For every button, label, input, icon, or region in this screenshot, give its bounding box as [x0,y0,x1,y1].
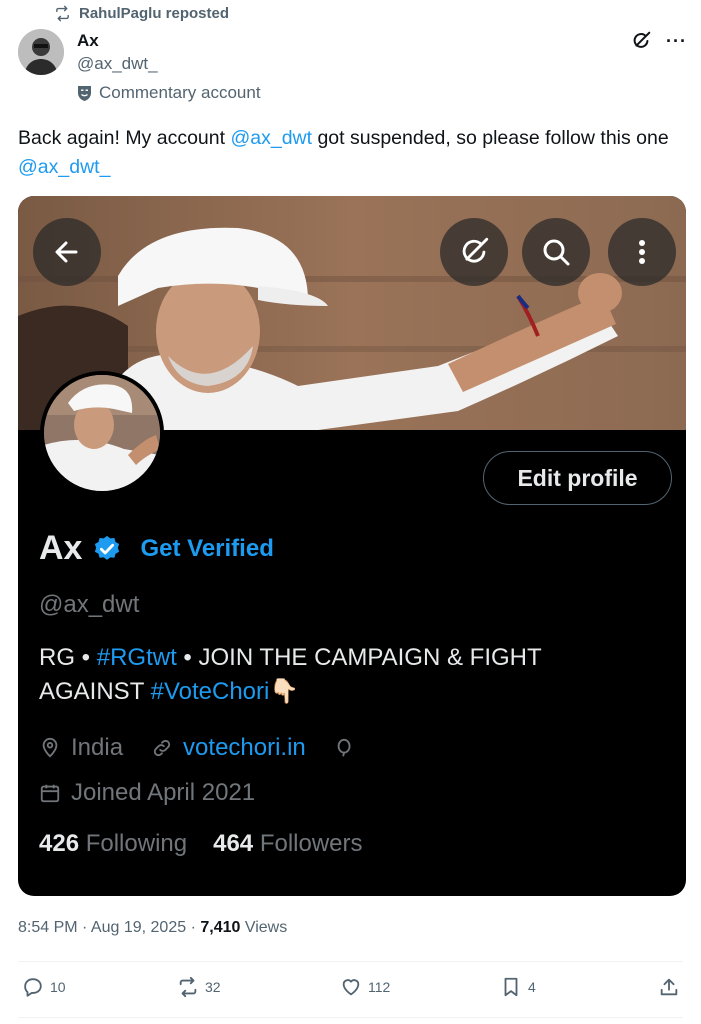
divider [18,1017,683,1018]
divider [18,961,683,962]
joined-row: Joined April 2021 [39,779,255,807]
profile-bio: RG • #RGtwt • JOIN THE CAMPAIGN & FIGHT … [39,641,639,709]
like-button[interactable]: 112 [340,976,390,998]
tweet-top-actions: ··· [630,30,687,52]
bookmark-button[interactable]: 4 [500,976,536,998]
repost-icon [179,976,197,998]
followers-count: 464 [213,830,254,857]
back-button[interactable] [33,218,101,286]
commentary-text: Commentary account [99,83,261,102]
bookmark-icon [504,977,518,997]
following-count: 426 [39,830,80,857]
reply-button[interactable]: 10 [22,976,66,998]
following-stat[interactable]: 426 Following [39,830,187,858]
profile-name: Ax [39,529,83,567]
tweet-text: Back again! My account @ax_dwt got suspe… [18,124,683,182]
attached-image[interactable]: Edit profile Ax Get Verified @ax_dwt RG … [18,196,686,896]
profile-joined: Joined April 2021 [71,779,256,806]
more-options-icon[interactable]: ··· [666,32,687,50]
profile-name-row: Ax Get Verified [39,529,274,568]
author-name[interactable]: Ax [77,31,99,51]
following-label: Following [85,830,188,857]
search-icon [543,239,570,266]
mention-link[interactable]: @ax_dwt [230,127,312,149]
reply-count: 10 [50,979,66,995]
commentary-label: Commentary account [77,83,261,103]
search-button[interactable] [522,218,590,286]
grok-button[interactable] [440,218,508,286]
repost-icon [56,5,69,22]
follow-stats: 426 Following 464 Followers [39,830,363,858]
grok-icon[interactable] [630,30,652,52]
author-avatar[interactable] [18,29,64,75]
author-handle[interactable]: @ax_dwt_ [77,54,158,74]
profile-location: India [71,734,124,761]
heart-icon [342,979,360,996]
bookmark-count: 4 [528,979,536,995]
pointing-down-emoji: 👇🏻 [269,678,300,705]
share-button[interactable] [658,976,680,998]
verified-badge-icon [95,535,120,560]
repost-indicator[interactable]: RahulPaglu reposted [54,5,229,22]
share-icon [660,978,678,996]
mention-link[interactable]: @ax_dwt_ [18,156,110,178]
profile-avatar[interactable] [40,371,164,495]
more-button[interactable] [608,218,676,286]
calendar-icon [40,784,60,803]
hashtag-link[interactable]: #RGtwt [97,644,177,671]
arrow-left-icon [55,241,78,263]
repost-count: 32 [205,979,221,995]
tweet-timestamp: 8:54 PM · Aug 19, 2025 · 7,410 Views [18,919,287,937]
repost-button[interactable]: 32 [177,976,221,998]
profile-handle: @ax_dwt [39,591,140,618]
views-count: 7,410 [200,919,241,936]
balloon-icon [337,738,351,757]
vertical-dots-icon [639,240,645,264]
profile-meta-row: India votechori.in [39,734,356,762]
tweet-action-bar: 10 32 112 4 [22,976,684,1006]
get-verified-link[interactable]: Get Verified [140,535,273,563]
timestamp-text[interactable]: 8:54 PM · Aug 19, 2025 · [18,919,200,936]
followers-label: Followers [259,830,363,857]
views-label: Views [244,919,288,936]
grok-icon [462,237,489,263]
reply-icon [24,978,42,997]
followers-stat[interactable]: 464 Followers [213,830,362,858]
tweet-text-part: Back again! My account [18,127,231,149]
theater-mask-icon [78,85,91,101]
edit-profile-button[interactable]: Edit profile [483,451,672,505]
hashtag-link[interactable]: #VoteChori [151,678,270,705]
link-icon [153,739,171,757]
profile-website[interactable]: votechori.in [183,734,306,762]
bio-text: RG • [39,644,97,671]
repost-label: RahulPaglu reposted [79,5,230,22]
tweet-text-part: got suspended, so please follow this one [312,127,669,149]
location-pin-icon [42,737,58,758]
like-count: 112 [368,979,391,995]
